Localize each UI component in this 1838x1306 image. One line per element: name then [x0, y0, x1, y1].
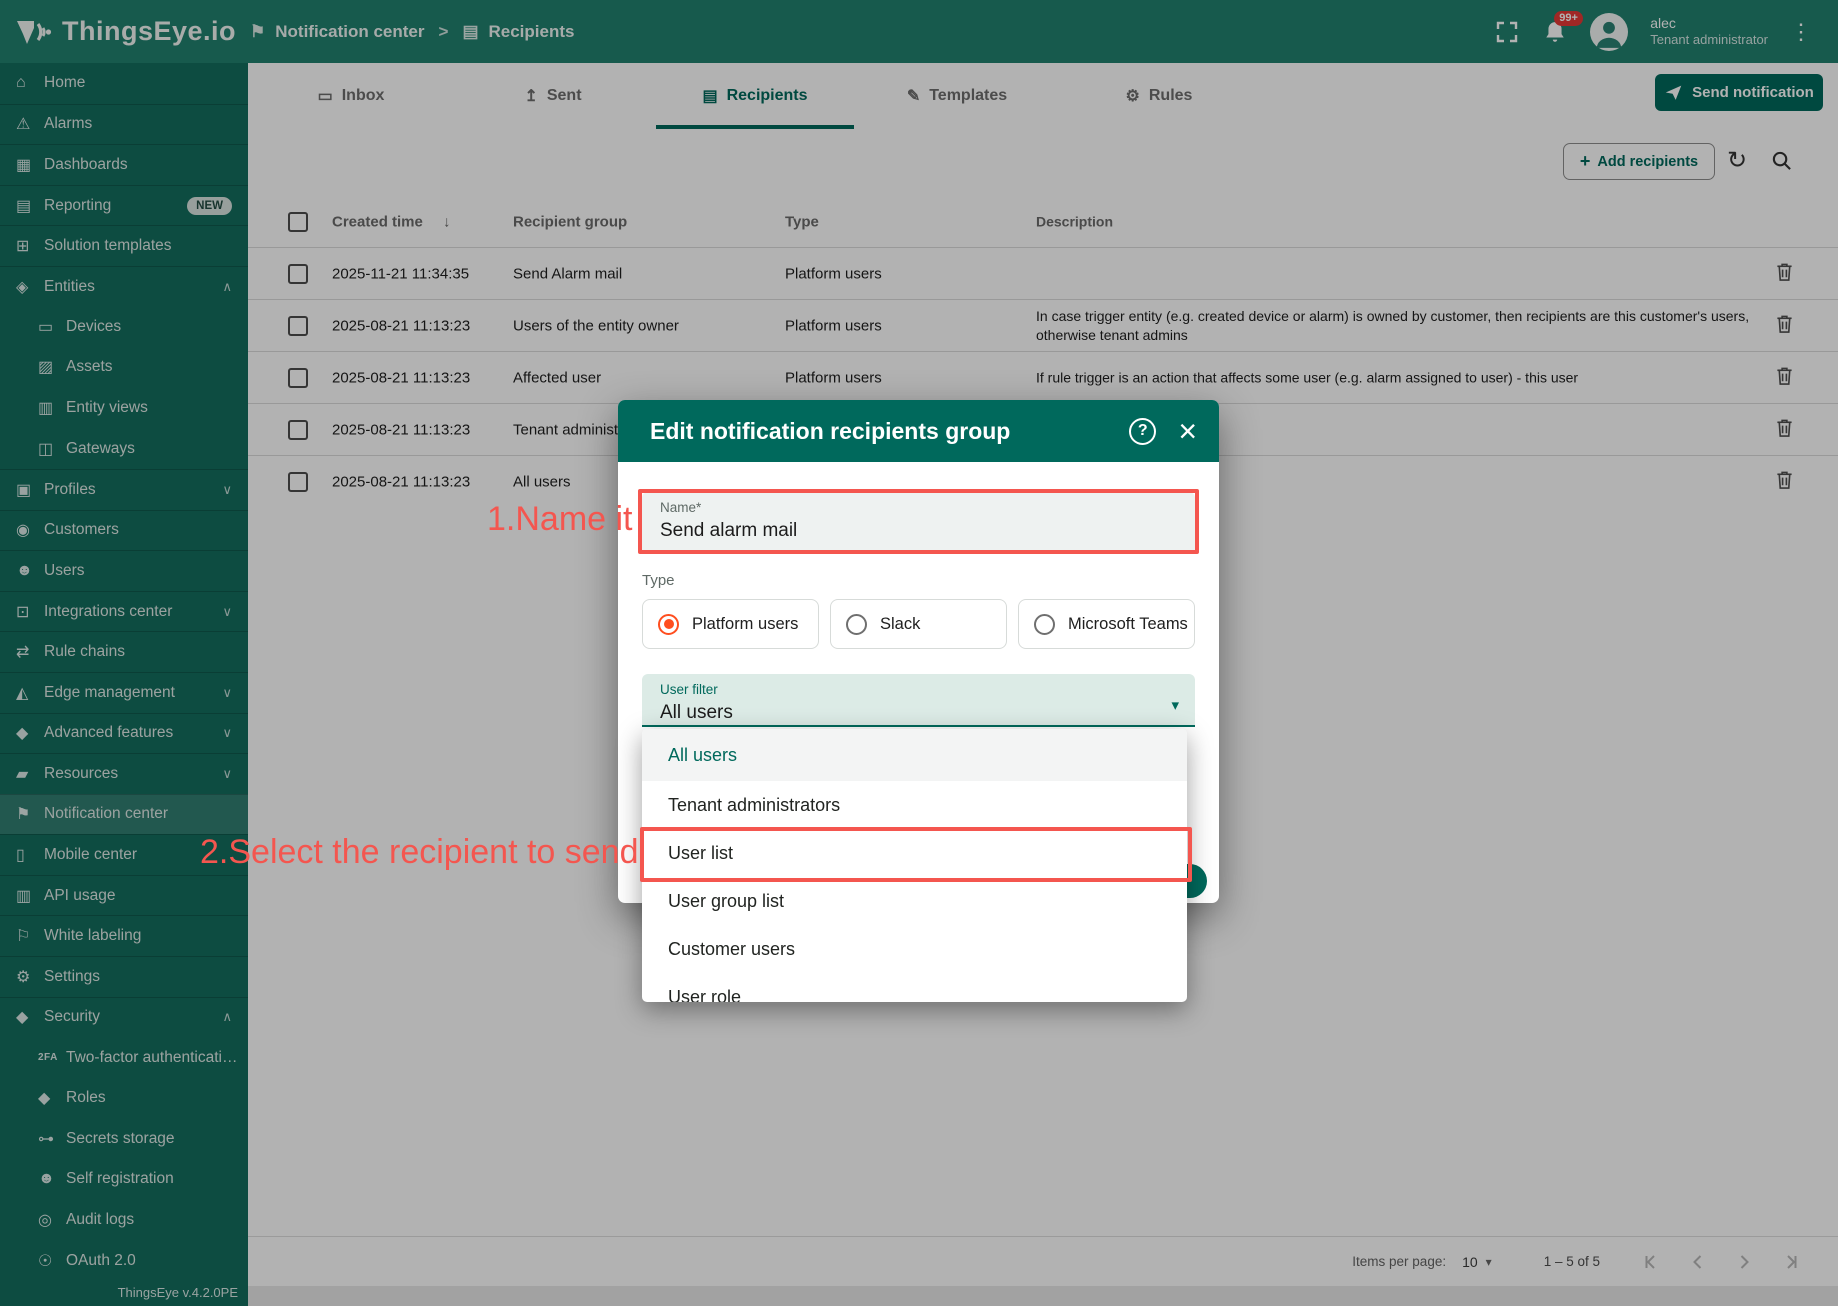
chevron-down-icon: ▾	[1171, 697, 1179, 714]
radio-icon	[1034, 613, 1055, 635]
dialog-title: Edit notification recipients group	[650, 417, 1011, 444]
dropdown-option-customer-users[interactable]: Customer users	[642, 925, 1187, 973]
dropdown-option-tenant-administrators[interactable]: Tenant administrators	[642, 781, 1187, 829]
type-option-label: Platform users	[692, 614, 799, 633]
user-filter-value: All users	[660, 702, 733, 723]
dropdown-option-user-list[interactable]: User list	[642, 829, 1187, 877]
type-label: Type	[642, 572, 675, 589]
type-option-label: Microsoft Teams	[1068, 614, 1188, 633]
dialog-header: Edit notification recipients group ? ×	[618, 400, 1219, 462]
type-radio-group: Platform users Slack Microsoft Teams	[642, 599, 1195, 649]
name-field[interactable]: Name* Send alarm mail	[642, 492, 1195, 551]
help-icon[interactable]: ?	[1129, 417, 1157, 445]
dropdown-option-user-role[interactable]: User role	[642, 973, 1187, 1002]
user-filter-select[interactable]: User filter All users ▾	[642, 674, 1195, 727]
dropdown-option-user-group-list[interactable]: User group list	[642, 877, 1187, 925]
user-filter-label: User filter	[660, 682, 718, 697]
radio-icon	[658, 613, 679, 635]
type-option-microsoft-teams[interactable]: Microsoft Teams	[1018, 599, 1195, 649]
user-filter-dropdown: All users Tenant administrators User list U…	[642, 729, 1187, 1002]
type-option-platform-users[interactable]: Platform users	[642, 599, 819, 649]
type-option-slack[interactable]: Slack	[830, 599, 1007, 649]
close-icon[interactable]: ×	[1178, 415, 1197, 447]
name-label: Name*	[660, 500, 702, 515]
name-input-value: Send alarm mail	[660, 520, 798, 541]
radio-icon	[846, 613, 867, 635]
type-option-label: Slack	[880, 614, 921, 633]
dropdown-option-all-users[interactable]: All users	[642, 729, 1187, 781]
